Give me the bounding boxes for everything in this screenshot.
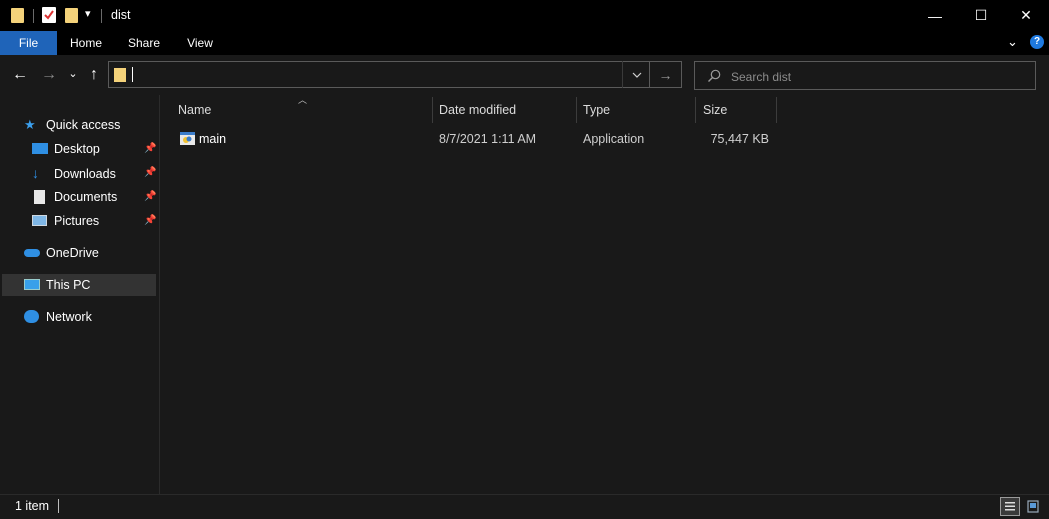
tab-home[interactable]: Home bbox=[62, 31, 110, 55]
title-bar bbox=[0, 0, 1049, 31]
up-button[interactable]: ↑ bbox=[84, 65, 104, 85]
documents-icon bbox=[34, 189, 45, 204]
address-bar[interactable] bbox=[108, 61, 650, 88]
new-folder-icon[interactable] bbox=[65, 8, 78, 23]
star-icon: ★ bbox=[24, 117, 36, 132]
column-divider[interactable] bbox=[776, 97, 777, 123]
sidebar-item-this-pc[interactable]: This PC bbox=[2, 274, 156, 296]
file-size: 75,447 KB bbox=[710, 132, 769, 146]
arrow-right-icon: → bbox=[658, 66, 673, 83]
window-title: dist bbox=[111, 8, 131, 22]
status-bar bbox=[0, 494, 1049, 519]
pictures-icon bbox=[32, 215, 47, 227]
folder-icon bbox=[11, 8, 24, 23]
sidebar-item-quick-access[interactable]: ★ Quick access bbox=[24, 114, 120, 136]
forward-button[interactable]: → bbox=[39, 65, 59, 85]
search-input[interactable] bbox=[729, 67, 1023, 86]
pin-icon: 📌 bbox=[144, 191, 157, 202]
tab-share[interactable]: Share bbox=[120, 31, 168, 55]
application-icon bbox=[180, 131, 195, 146]
sidebar-item-desktop[interactable]: Desktop bbox=[32, 138, 100, 160]
address-dropdown-button[interactable] bbox=[622, 61, 650, 88]
cloud-icon bbox=[24, 248, 40, 257]
toolbar-divider bbox=[101, 9, 102, 23]
sidebar-item-pictures[interactable]: Pictures bbox=[32, 210, 99, 232]
customize-toolbar-icon[interactable]: ▾ bbox=[85, 7, 91, 20]
pin-icon: 📌 bbox=[144, 167, 157, 178]
recent-locations-button[interactable]: ⌄ bbox=[66, 64, 80, 84]
text-cursor bbox=[132, 67, 133, 82]
sidebar-item-documents[interactable]: Documents bbox=[32, 186, 117, 208]
sidebar-item-network[interactable]: Network bbox=[24, 306, 92, 328]
network-icon bbox=[24, 310, 39, 324]
status-divider bbox=[58, 499, 59, 513]
column-header-type[interactable]: Type bbox=[583, 98, 695, 122]
column-header-date-modified[interactable]: Date modified bbox=[439, 98, 576, 122]
properties-icon[interactable] bbox=[42, 7, 56, 23]
minimize-button[interactable]: — bbox=[912, 0, 958, 31]
item-count: 1 item bbox=[15, 499, 50, 513]
large-icons-view-icon bbox=[1027, 500, 1039, 513]
expand-ribbon-icon[interactable]: ⌄ bbox=[1007, 34, 1018, 50]
tab-view[interactable]: View bbox=[178, 31, 222, 55]
close-button[interactable]: ✕ bbox=[1003, 0, 1049, 31]
large-icons-view-button[interactable] bbox=[1023, 497, 1043, 516]
download-icon: ↓ bbox=[32, 165, 39, 181]
desktop-icon bbox=[32, 143, 48, 155]
column-divider[interactable] bbox=[695, 97, 696, 123]
tab-file[interactable]: File bbox=[0, 31, 57, 55]
details-view-button[interactable] bbox=[1000, 497, 1020, 516]
back-button[interactable]: ← bbox=[10, 65, 30, 85]
computer-icon bbox=[24, 279, 40, 291]
sidebar-item-downloads[interactable]: ↓ Downloads bbox=[32, 162, 116, 184]
column-divider[interactable] bbox=[432, 97, 433, 123]
column-header-size[interactable]: Size bbox=[703, 98, 776, 122]
toolbar-divider bbox=[33, 9, 34, 23]
file-type: Application bbox=[583, 132, 645, 146]
go-button[interactable]: → bbox=[650, 61, 682, 88]
search-icon bbox=[708, 69, 721, 82]
help-icon[interactable]: ? bbox=[1030, 35, 1044, 49]
search-box[interactable] bbox=[694, 61, 1036, 90]
maximize-button[interactable]: ☐ bbox=[958, 0, 1004, 31]
pin-icon: 📌 bbox=[144, 143, 157, 154]
chevron-down-icon bbox=[632, 72, 641, 78]
file-date-modified: 8/7/2021 1:11 AM bbox=[439, 132, 537, 146]
file-name: main bbox=[199, 132, 227, 146]
details-view-icon bbox=[1005, 502, 1015, 511]
sidebar-item-onedrive[interactable]: OneDrive bbox=[24, 242, 99, 264]
folder-icon bbox=[114, 68, 126, 82]
navigation-pane: ★ Quick access Desktop 📌 ↓ Downloads 📌 Doc… bbox=[0, 95, 160, 494]
column-divider[interactable] bbox=[576, 97, 577, 123]
column-header-name[interactable]: Name bbox=[178, 98, 432, 122]
pin-icon: 📌 bbox=[144, 215, 157, 226]
